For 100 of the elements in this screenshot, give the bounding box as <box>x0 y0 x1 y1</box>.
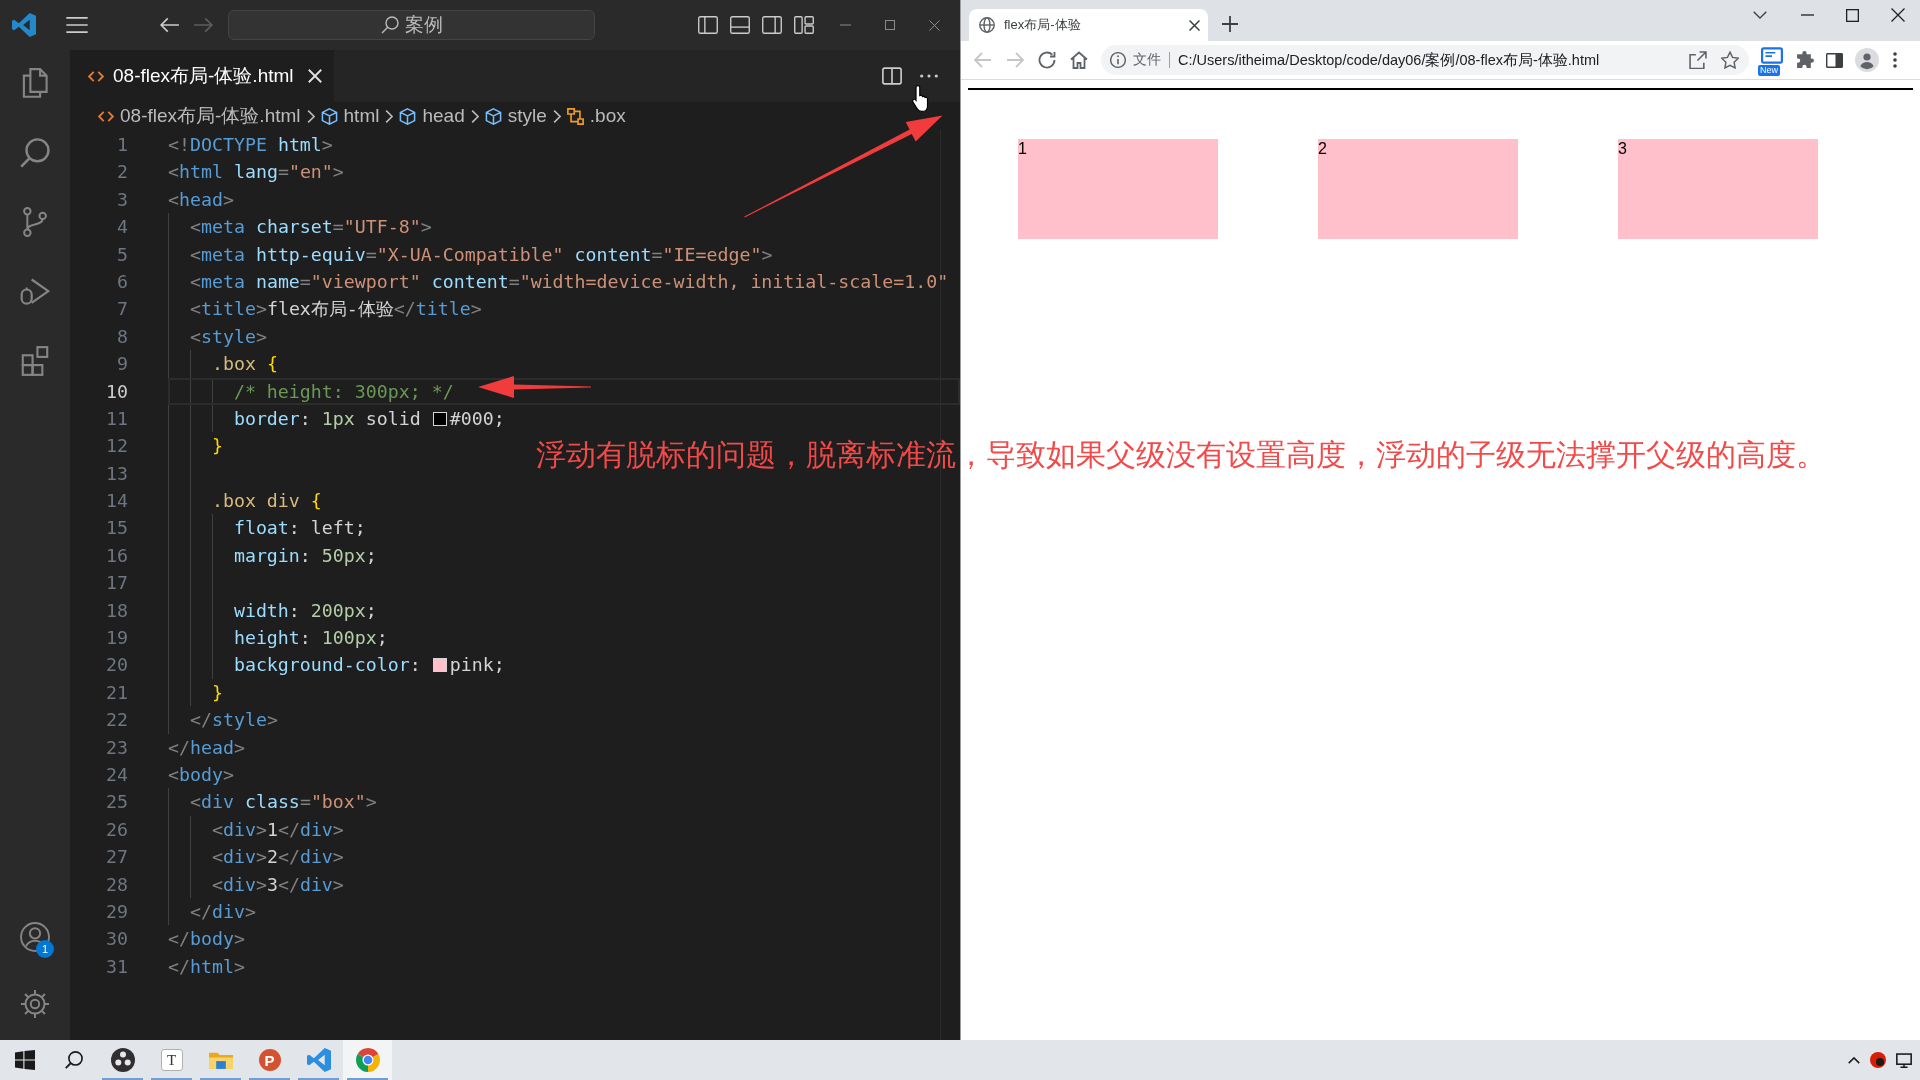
breadcrumb-item[interactable]: style <box>484 105 547 127</box>
line-number: 1 <box>116 133 128 157</box>
avatar-icon[interactable] <box>1855 48 1879 72</box>
files-icon[interactable] <box>20 68 50 98</box>
security-label: 文件 <box>1133 51 1161 69</box>
annotation-text: 浮动有脱标的问题，脱离标准流，导致如果父级没有设置高度，浮动的子级无法撑开父级的高度。 <box>536 437 1826 473</box>
close-icon[interactable] <box>1890 8 1905 22</box>
close-icon[interactable] <box>1189 19 1200 31</box>
maximize-icon[interactable] <box>1846 8 1859 22</box>
code-text: <div class="box"> <box>189 790 377 815</box>
monitor-icon[interactable] <box>1896 1052 1912 1068</box>
code-text: <meta charset="UTF-8"> <box>189 215 432 240</box>
home-icon[interactable] <box>1070 51 1088 69</box>
code-text: <!DOCTYPE html> <box>168 133 333 157</box>
line-number: 2 <box>116 160 128 185</box>
line-number: 28 <box>105 872 128 897</box>
line-number: 10 <box>105 379 128 404</box>
code-text: width: 200px; <box>233 598 377 623</box>
code-text: <html lang="en"> <box>168 160 344 185</box>
line-number: 25 <box>105 790 128 815</box>
reload-icon[interactable] <box>1038 51 1056 69</box>
chevron-right-icon <box>306 109 315 123</box>
chevron-right-icon <box>470 109 479 123</box>
line-number: 14 <box>105 489 128 514</box>
new-badge: New <box>1758 65 1780 76</box>
blocks-icon[interactable] <box>20 346 50 376</box>
search-icon[interactable] <box>64 1051 83 1069</box>
plus-icon[interactable] <box>1222 16 1238 32</box>
breadcrumb-item[interactable]: 08-flex布局-体验.html <box>98 103 301 129</box>
cube-icon <box>399 107 417 125</box>
code-text: </body> <box>168 927 245 952</box>
code-text: <div>3</div> <box>211 872 344 897</box>
browser-logo-icon <box>355 1048 380 1072</box>
line-number: 7 <box>116 297 128 322</box>
bottom-pane-layout-icon[interactable] <box>730 16 750 34</box>
chevron-down-icon[interactable] <box>1752 11 1767 19</box>
color-swatch-icon[interactable] <box>432 411 447 426</box>
grid-layout-icon[interactable] <box>794 16 814 34</box>
code-text: margin: 50px; <box>233 543 377 568</box>
side-panel-icon[interactable] <box>1826 52 1843 68</box>
command-center[interactable]: 案例 <box>228 10 595 40</box>
info-icon[interactable] <box>1110 52 1126 68</box>
branch-icon[interactable] <box>20 207 50 237</box>
code-text: background-color: <box>233 653 422 678</box>
line-number: 26 <box>105 817 128 842</box>
address-bar[interactable]: 文件 C:/Users/itheima/Desktop/code/day06/案例/08-flex布局-体验.html <box>1101 45 1749 75</box>
code-text: <body> <box>168 763 234 787</box>
code-text: <div>1</div> <box>211 817 344 842</box>
chevron-up-icon[interactable] <box>1848 1056 1860 1064</box>
play-bug-icon[interactable] <box>20 276 50 307</box>
notification-badge: 1 <box>36 940 54 958</box>
puzzle-icon[interactable] <box>1796 51 1814 69</box>
url-text: C:/Users/itheima/Desktop/code/day06/案例/08-flex布局-体验.html <box>1178 50 1600 70</box>
start-icon[interactable] <box>14 1050 35 1070</box>
color-swatch-icon[interactable] <box>432 658 447 673</box>
editor-tab[interactable]: 08-flex布局-体验.html <box>70 50 334 102</box>
left-pane-layout-icon[interactable] <box>698 16 718 34</box>
line-number: 5 <box>116 242 128 267</box>
line-number: 16 <box>105 543 128 568</box>
right-pane-layout-icon[interactable] <box>762 16 782 34</box>
more-vertical-icon[interactable] <box>1893 52 1897 68</box>
line-number: 20 <box>105 653 128 678</box>
taskbar-button[interactable]: P <box>245 1040 294 1080</box>
line-number: 9 <box>116 352 128 377</box>
screen-icon[interactable] <box>1761 47 1783 64</box>
line-number: 18 <box>105 598 128 623</box>
app-logo-icon <box>12 13 36 37</box>
more-icon[interactable] <box>920 74 938 78</box>
line-number: 22 <box>105 708 128 733</box>
code-text: <style> <box>189 324 267 349</box>
angle-brackets-icon <box>98 110 114 122</box>
breadcrumb-item[interactable]: .box <box>566 105 626 127</box>
split-editor-icon[interactable] <box>882 67 902 85</box>
settings-icon[interactable] <box>20 989 50 1019</box>
app-tile: P <box>258 1049 281 1071</box>
globe-icon <box>979 17 995 33</box>
code-text: } <box>211 680 223 705</box>
content-box: 3 <box>1618 139 1818 239</box>
cube-icon <box>484 107 502 125</box>
menu-icon[interactable] <box>66 17 88 33</box>
chevron-right-icon <box>552 109 561 123</box>
angle-brackets-icon <box>88 70 104 82</box>
line-number: 12 <box>105 434 128 459</box>
code-text: pink; <box>449 653 505 678</box>
symbol-icon <box>566 107 584 125</box>
back-arrow-icon[interactable] <box>160 17 180 33</box>
line-number: 6 <box>116 269 128 294</box>
code-text: <div>2</div> <box>211 845 344 870</box>
taskbar-button[interactable]: T <box>147 1040 196 1080</box>
tray-app-icon[interactable] <box>1870 1052 1886 1068</box>
breadcrumb-item[interactable]: head <box>399 105 465 127</box>
line-number: 29 <box>105 899 128 924</box>
line-number: 21 <box>105 680 128 705</box>
code-text: </style> <box>189 708 278 733</box>
star-icon[interactable] <box>1721 51 1739 69</box>
share-icon[interactable] <box>1689 51 1707 69</box>
breadcrumb-item[interactable]: html <box>320 105 380 127</box>
code-text: </html> <box>168 954 245 979</box>
account-icon[interactable] <box>20 922 50 952</box>
browser-tab[interactable]: flex布局-体验 <box>969 9 1208 41</box>
